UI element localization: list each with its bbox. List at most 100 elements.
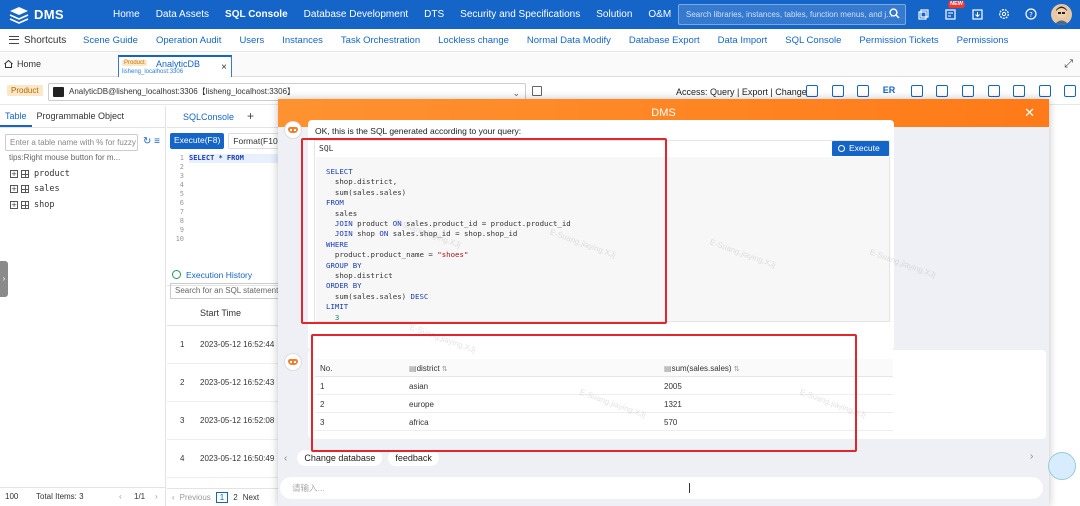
- nav-home[interactable]: Home: [105, 0, 148, 29]
- next-page-icon[interactable]: ›: [155, 492, 158, 501]
- history-row[interactable]: 4 2023-05-12 16:50:49: [167, 440, 280, 478]
- next-button[interactable]: Next: [243, 493, 259, 502]
- nav-solution[interactable]: Solution: [588, 0, 640, 29]
- shortcut-permissions[interactable]: Permissions: [957, 35, 1009, 46]
- feedback-chip[interactable]: feedback: [388, 450, 439, 466]
- send-icon[interactable]: [1038, 85, 1051, 97]
- history-search-input[interactable]: Search for an SQL statement: [170, 283, 280, 299]
- shortcut-lockless-change[interactable]: Lockless change: [438, 35, 509, 46]
- search-icon[interactable]: [889, 8, 900, 19]
- execution-history-label: Execution History: [186, 270, 253, 280]
- fullscreen-icon[interactable]: ⤢: [1064, 58, 1073, 71]
- shortcut-normal-data-modify[interactable]: Normal Data Modify: [527, 35, 611, 46]
- close-icon[interactable]: ×: [221, 62, 227, 73]
- tab-table[interactable]: Table: [0, 106, 32, 127]
- sql-editor[interactable]: 1 2 3 4 5 6 7 8 9 10 SELECT * FROM: [167, 154, 280, 272]
- row-number: 3: [180, 416, 185, 425]
- shortcut-data-import[interactable]: Data Import: [718, 35, 768, 46]
- nav-database-development[interactable]: Database Development: [296, 0, 417, 29]
- download-icon[interactable]: [969, 5, 985, 23]
- page-size-select[interactable]: 100: [5, 492, 18, 501]
- sql-editor-code: SELECT * FROM: [189, 154, 280, 163]
- tab-home-label: Home: [17, 59, 42, 69]
- change-database-chip[interactable]: Change database: [297, 450, 383, 466]
- tab-analyticdb[interactable]: Product AnalyticDB lisheng_localhost:330…: [118, 55, 232, 77]
- expand-plus-icon[interactable]: +: [10, 185, 18, 194]
- chevron-right-icon[interactable]: ›: [1030, 451, 1033, 462]
- shortcut-permission-tickets[interactable]: Permission Tickets: [859, 35, 938, 46]
- previous-button[interactable]: Previous: [180, 493, 211, 502]
- nav-data-assets[interactable]: Data Assets: [148, 0, 217, 29]
- monitor-icon[interactable]: [936, 85, 949, 97]
- copy-icon[interactable]: [532, 86, 542, 96]
- chevron-left-icon[interactable]: ‹: [284, 453, 287, 464]
- nav-dts[interactable]: DTS: [416, 0, 452, 29]
- collapse-panel-handle[interactable]: ›: [0, 261, 8, 297]
- tree-item-shop[interactable]: + shop: [10, 197, 70, 213]
- nav-sql-console[interactable]: SQL Console: [217, 0, 296, 29]
- grid-icon[interactable]: [857, 85, 870, 97]
- ticket-icon[interactable]: NEW: [942, 1, 965, 23]
- close-icon[interactable]: ✕: [1024, 105, 1035, 121]
- expand-plus-icon[interactable]: +: [10, 169, 18, 178]
- bot-avatar-icon: [284, 353, 302, 371]
- history-row[interactable]: 2 2023-05-12 16:52:43: [167, 364, 280, 402]
- page-1-button[interactable]: 1: [215, 492, 229, 503]
- history-row[interactable]: 3 2023-05-12 16:52:08: [167, 402, 280, 440]
- table-search-input[interactable]: Enter a table name with % for fuzzy m: [5, 134, 138, 151]
- row-number: 1: [180, 340, 185, 349]
- er-diagram-button[interactable]: ER: [883, 85, 897, 97]
- right-side-panel: [1048, 106, 1080, 506]
- page-2-button[interactable]: 2: [233, 493, 237, 502]
- history-icon: [172, 270, 181, 279]
- history-pager: ‹ Previous 1 2 Next: [167, 488, 280, 506]
- shortcut-operation-audit[interactable]: Operation Audit: [156, 35, 222, 46]
- shortcut-task-orchestration[interactable]: Task Orchestration: [341, 35, 420, 46]
- shortcuts-menu[interactable]: Shortcuts: [0, 35, 83, 46]
- format-button[interactable]: Format(F10): [228, 133, 286, 149]
- info-icon[interactable]: [806, 85, 818, 97]
- refresh-icon[interactable]: [987, 85, 1000, 97]
- dms-logo[interactable]: DMS: [0, 6, 105, 24]
- link-icon[interactable]: [1013, 85, 1026, 97]
- table-icon[interactable]: [831, 85, 844, 97]
- copy-icon[interactable]: [915, 5, 931, 23]
- add-tab-icon[interactable]: +: [247, 109, 254, 123]
- tab-home[interactable]: Home: [4, 59, 41, 69]
- execute-button[interactable]: Execute(F8): [170, 133, 225, 149]
- execute-sql-button[interactable]: Execute: [832, 141, 889, 156]
- tree-item-product[interactable]: + product: [10, 166, 70, 182]
- prev-icon[interactable]: ‹: [172, 493, 175, 502]
- access-permissions: Access: Query | Export | Change: [676, 87, 807, 97]
- highlight-result-box: [311, 334, 857, 452]
- shortcut-scene-guide[interactable]: Scene Guide: [83, 35, 138, 46]
- shortcut-instances[interactable]: Instances: [282, 35, 323, 46]
- shortcut-sql-console[interactable]: SQL Console: [785, 35, 841, 46]
- shield-icon[interactable]: [961, 85, 974, 97]
- prev-page-icon[interactable]: ‹: [119, 492, 122, 501]
- row-start-time: 2023-05-12 16:52:44: [200, 340, 275, 349]
- row-number: 2: [180, 378, 185, 387]
- tip-text: tips:Right mouse button for m...: [9, 153, 121, 162]
- help-icon[interactable]: ?: [1023, 5, 1039, 23]
- refresh-icon[interactable]: ↻ ≡: [143, 136, 160, 147]
- expand-icon[interactable]: [1064, 85, 1077, 97]
- assistant-helper-avatar[interactable]: [1048, 452, 1076, 480]
- user-avatar[interactable]: [1051, 4, 1072, 25]
- shortcut-users[interactable]: Users: [239, 35, 264, 46]
- nav-om[interactable]: O&M: [640, 0, 679, 29]
- history-row[interactable]: 1 2023-05-12 16:52:44: [167, 326, 280, 364]
- shortcut-database-export[interactable]: Database Export: [629, 35, 700, 46]
- global-search-input[interactable]: Search libraries, instances, tables, fun…: [678, 4, 906, 25]
- chat-input[interactable]: 请输入...: [280, 477, 1043, 499]
- settings-gear-icon[interactable]: [996, 5, 1012, 23]
- ai-chat-icon[interactable]: [910, 85, 923, 97]
- tree-item-sales[interactable]: + sales: [10, 182, 70, 198]
- row-number: 4: [180, 454, 185, 463]
- expand-plus-icon[interactable]: +: [10, 200, 18, 209]
- tab-sqlconsole[interactable]: SQLConsole: [183, 112, 234, 122]
- page-indicator: 1/1: [134, 492, 146, 501]
- menu-icon: [9, 36, 19, 44]
- nav-security[interactable]: Security and Specifications: [452, 0, 588, 29]
- tab-programmable-object[interactable]: Programmable Object: [32, 106, 130, 127]
